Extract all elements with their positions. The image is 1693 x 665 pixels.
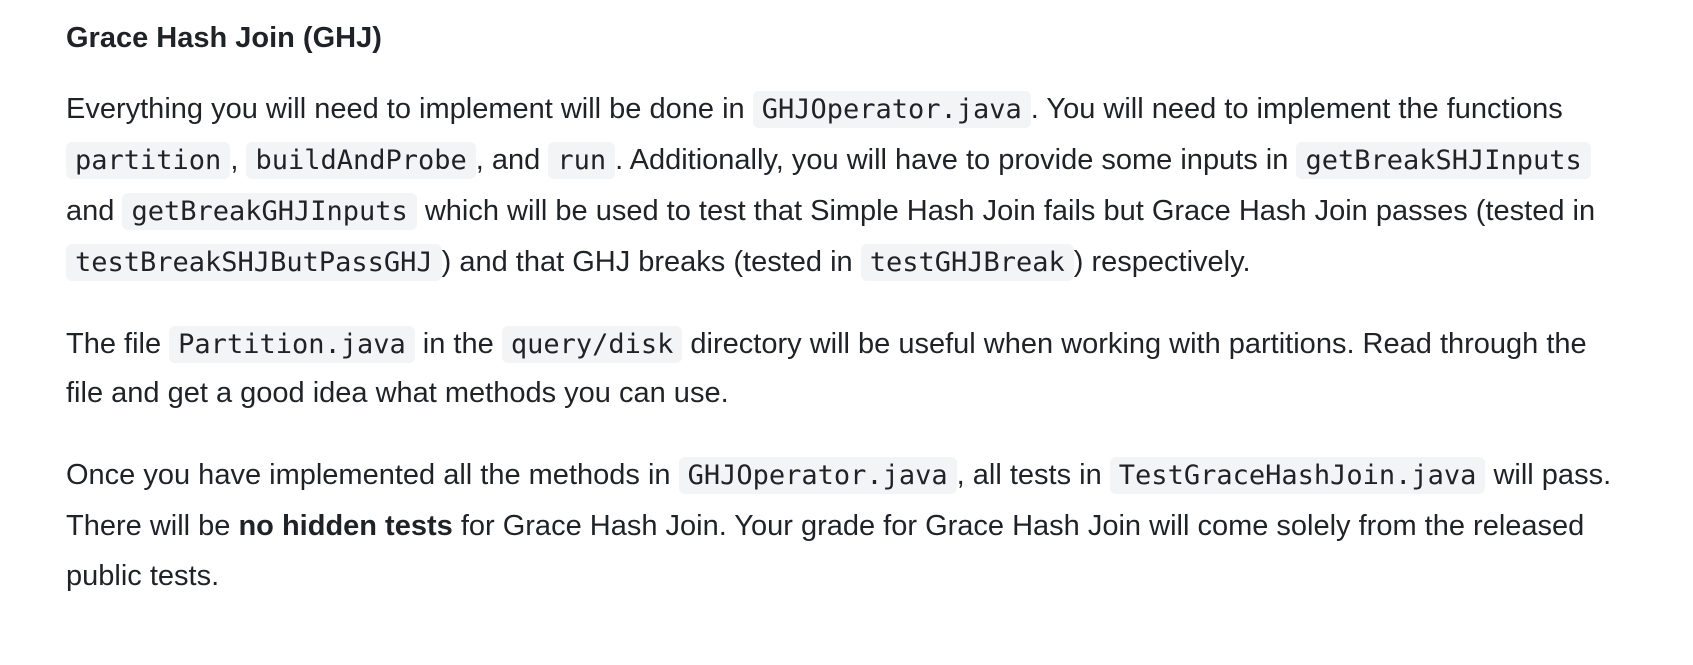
text: , [230, 144, 247, 176]
inline-code-getbreakshjinputs: getBreakSHJInputs [1296, 142, 1591, 179]
inline-code-ghjoperator: GHJOperator.java [678, 457, 957, 494]
text: . You will need to implement the functio… [1030, 93, 1563, 125]
inline-code-ghjoperator: GHJOperator.java [752, 91, 1031, 128]
text: ) and that GHJ breaks (tested in [441, 246, 861, 278]
text: Everything you will need to implement wi… [66, 93, 753, 125]
inline-code-testghjbreak: testGHJBreak [860, 244, 1074, 281]
inline-code-testbreakshjbutpassghj: testBreakSHJButPassGHJ [66, 244, 442, 281]
inline-code-buildandprobe: buildAndProbe [246, 142, 476, 179]
inline-code-testgracehashjoin: TestGraceHashJoin.java [1109, 457, 1486, 494]
inline-code-getbreakghjinputs: getBreakGHJInputs [122, 193, 417, 230]
bold-no-hidden-tests: no hidden tests [238, 510, 453, 542]
paragraph-implementation: Everything you will need to implement wi… [66, 84, 1626, 288]
inline-code-query-disk: query/disk [501, 326, 683, 363]
text: , and [475, 144, 549, 176]
paragraph-tests: Once you have implemented all the method… [66, 450, 1626, 601]
document-body: Grace Hash Join (GHJ) Everything you wil… [66, 0, 1626, 601]
text: ) respectively. [1073, 246, 1251, 278]
inline-code-partition: partition [66, 142, 231, 179]
text: Once you have implemented all the method… [66, 459, 679, 491]
text: which will be used to test that Simple H… [416, 195, 1596, 227]
text: , all tests in [956, 459, 1110, 491]
inline-code-partition-java: Partition.java [169, 326, 415, 363]
inline-code-run: run [548, 142, 616, 179]
text: in the [414, 328, 502, 360]
text: . Additionally, you will have to provide… [615, 144, 1297, 176]
paragraph-partition-file: The file Partition.java in the query/dis… [66, 320, 1626, 418]
text: The file [66, 328, 170, 360]
text: and [66, 195, 123, 227]
section-heading: Grace Hash Join (GHJ) [66, 22, 382, 54]
